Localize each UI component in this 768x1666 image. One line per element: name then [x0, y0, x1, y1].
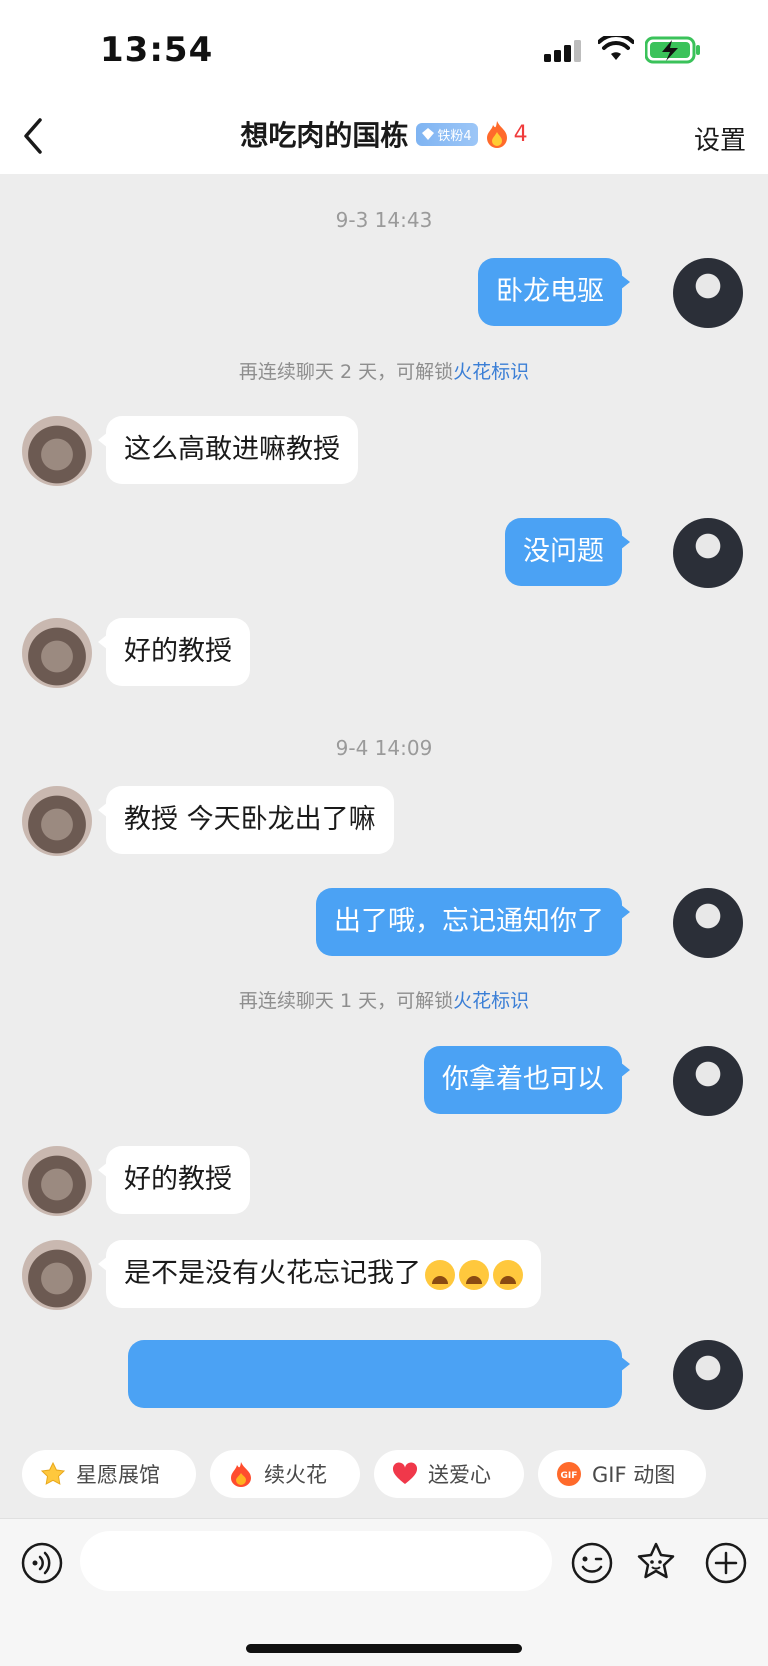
- unlock-hint: 再连续聊天 2 天，可解锁火花标识: [0, 357, 768, 384]
- star-icon: [40, 1461, 66, 1485]
- fan-level-badge: 铁粉4: [416, 122, 478, 146]
- star-wish-gallery-button[interactable]: 星愿展馆: [22, 1450, 196, 1498]
- message-bubble-received[interactable]: 好的教授: [98, 1146, 250, 1214]
- timestamp: 9-4 14:09: [335, 736, 433, 760]
- gif-button[interactable]: GIF GIF 动图: [538, 1450, 706, 1498]
- chip-label: 星愿展馆: [76, 1463, 160, 1487]
- crying-emoji-icon: [493, 1259, 523, 1290]
- message-bubble-sent-partial[interactable]: [128, 1340, 630, 1408]
- my-avatar[interactable]: [673, 1340, 743, 1410]
- battery-charging-icon: [645, 36, 700, 64]
- settings-button[interactable]: 设置: [694, 120, 746, 157]
- unlock-hint-text: 再连续聊天 2 天，可解锁: [238, 361, 454, 383]
- message-bubble-received[interactable]: 好的教授: [98, 618, 250, 686]
- message-bubble-sent[interactable]: 卧龙电驱: [478, 258, 630, 326]
- message-bubble-sent[interactable]: 出了哦，忘记通知你了: [316, 888, 630, 956]
- my-avatar[interactable]: [673, 518, 743, 588]
- streak-count: 4: [513, 121, 528, 147]
- chat-header: 想吃肉的国栋 铁粉4 4 设置: [0, 98, 768, 174]
- quick-actions-bar: 星愿展馆 续火花 送爱心 GIF GIF 动图: [0, 1436, 768, 1518]
- streak-indicator: 4: [486, 120, 528, 148]
- fan-badge-label: 铁粉4: [437, 128, 472, 144]
- voice-icon[interactable]: [20, 1541, 64, 1585]
- emoji-icon[interactable]: [570, 1541, 614, 1585]
- wifi-icon: [598, 36, 634, 60]
- chip-label: 续火花: [264, 1463, 327, 1487]
- unlock-hint: 再连续聊天 1 天，可解锁火花标识: [0, 986, 768, 1013]
- heart-icon: [392, 1462, 418, 1484]
- message-text: 是不是没有火花忘记我了: [124, 1258, 421, 1289]
- chip-label: 送爱心: [428, 1463, 491, 1487]
- spark-badge-link[interactable]: 火花标识: [453, 990, 529, 1012]
- message-bubble-sent[interactable]: 你拿着也可以: [424, 1046, 630, 1114]
- contact-avatar[interactable]: [22, 1240, 92, 1310]
- renew-spark-button[interactable]: 续火花: [210, 1450, 360, 1498]
- fire-icon: [486, 121, 507, 148]
- title-area: 想吃肉的国栋 铁粉4 4: [0, 112, 768, 156]
- status-bar: 13:54: [0, 0, 768, 98]
- my-avatar[interactable]: [673, 258, 743, 328]
- cellular-signal-icon: [544, 40, 581, 62]
- chip-label: GIF 动图: [592, 1463, 676, 1487]
- chat-area[interactable]: 9-3 14:43 卧龙电驱 再连续聊天 2 天，可解锁火花标识 这么高敢进嘛教…: [0, 174, 768, 1436]
- crying-emoji-icon: [459, 1259, 489, 1290]
- unlock-hint-text: 再连续聊天 1 天，可解锁: [238, 990, 454, 1012]
- my-avatar[interactable]: [673, 1046, 743, 1116]
- spark-badge-link[interactable]: 火花标识: [453, 361, 529, 383]
- chat-title: 想吃肉的国栋: [240, 119, 409, 152]
- status-time: 13:54: [100, 30, 214, 70]
- message-bubble-received[interactable]: 这么高敢进嘛教授: [98, 416, 358, 484]
- contact-avatar[interactable]: [22, 618, 92, 688]
- svg-text:GIF: GIF: [561, 1471, 578, 1481]
- diamond-icon: [422, 128, 435, 140]
- contact-avatar[interactable]: [22, 416, 92, 486]
- message-bubble-received[interactable]: 教授 今天卧龙出了嘛: [98, 786, 394, 854]
- timestamp: 9-3 14:43: [335, 208, 433, 232]
- message-bubble-sent[interactable]: 没问题: [505, 518, 630, 586]
- fire-icon: [231, 1462, 251, 1487]
- contact-avatar[interactable]: [22, 1146, 92, 1216]
- contact-avatar[interactable]: [22, 786, 92, 856]
- my-avatar[interactable]: [673, 888, 743, 958]
- home-indicator: [246, 1644, 522, 1653]
- message-bubble-received[interactable]: 是不是没有火花忘记我了: [98, 1240, 541, 1308]
- plus-icon[interactable]: [704, 1541, 748, 1585]
- crying-emoji-icon: [425, 1259, 455, 1290]
- message-input[interactable]: [80, 1531, 552, 1591]
- gif-icon: GIF: [557, 1462, 581, 1486]
- send-heart-button[interactable]: 送爱心: [374, 1450, 524, 1498]
- sticker-icon[interactable]: [634, 1541, 678, 1585]
